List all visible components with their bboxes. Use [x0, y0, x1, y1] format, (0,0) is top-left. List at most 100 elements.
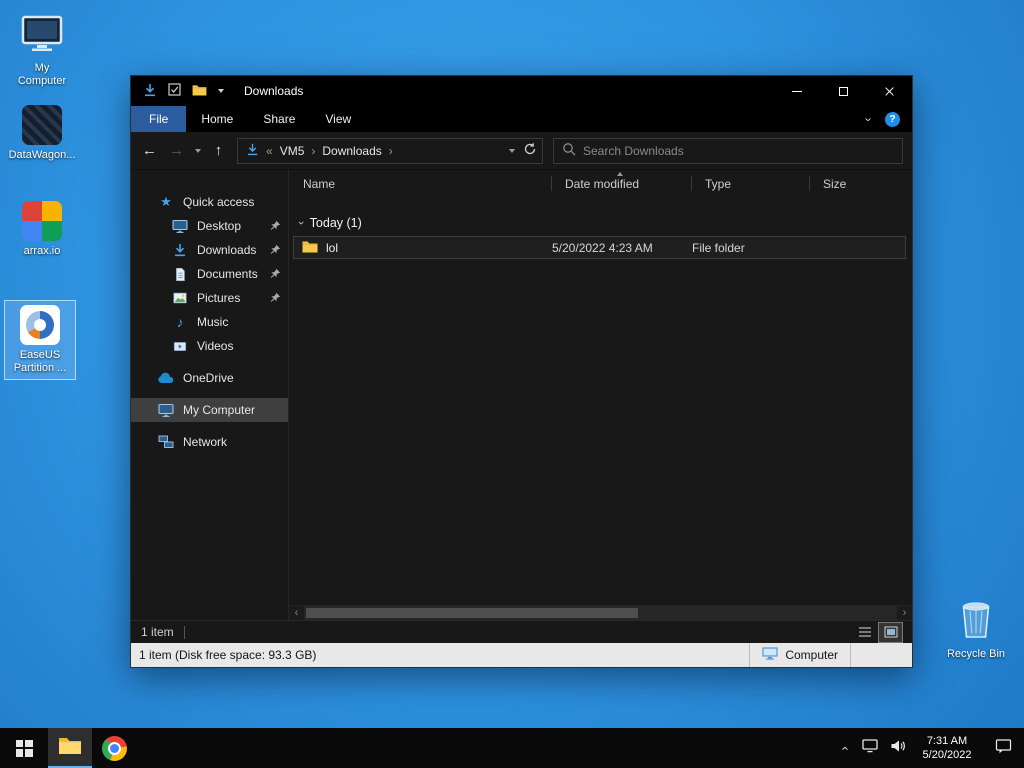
tray-network-button[interactable] [856, 728, 884, 768]
sidebar-item-label: Quick access [183, 195, 255, 209]
properties-check-icon[interactable] [168, 83, 181, 99]
horizontal-scrollbar[interactable]: ‹ › [289, 605, 912, 620]
desktop-icon-recycle-bin[interactable]: Recycle Bin [940, 594, 1012, 666]
taskbar-chrome-button[interactable] [92, 728, 136, 768]
sidebar-item-quick-access[interactable]: ★ Quick access [131, 190, 288, 214]
pin-icon [270, 292, 281, 306]
folder-icon [302, 240, 318, 256]
sidebar-item-label: Downloads [197, 243, 257, 257]
group-header-today[interactable]: › Today (1) [289, 211, 912, 235]
desktop-icon-easeus-partition[interactable]: EaseUS Partition ... [4, 300, 76, 381]
sidebar-item-downloads[interactable]: Downloads [131, 238, 288, 262]
file-date-modified: 5/20/2022 4:23 AM [552, 240, 653, 255]
back-button[interactable]: ← [137, 138, 162, 164]
address-dropdown-caret-icon[interactable] [509, 148, 515, 153]
file-size [810, 237, 888, 258]
column-header-date-modified[interactable]: Date modified [551, 170, 691, 197]
column-header-name[interactable]: Name [289, 170, 551, 197]
sidebar-item-desktop[interactable]: Desktop [131, 214, 288, 238]
tray-volume-button[interactable] [884, 728, 912, 768]
breadcrumb-overflow[interactable]: « [266, 144, 273, 158]
taskbar-clock[interactable]: 7:31 AM 5/20/2022 [912, 728, 982, 768]
tray-show-hidden-icons-button[interactable]: › [832, 728, 856, 768]
network-icon [157, 435, 175, 449]
status-bar: 1 item [131, 620, 912, 643]
computer-zone-label: Computer [785, 648, 838, 662]
scroll-right-arrow-icon[interactable]: › [897, 606, 912, 621]
star-icon: ★ [160, 194, 172, 209]
sidebar-item-music[interactable]: ♪ Music [131, 310, 288, 334]
close-icon [884, 86, 895, 97]
action-center-button[interactable] [982, 728, 1024, 768]
my-computer-icon [20, 15, 64, 58]
forward-button[interactable]: → [164, 138, 189, 164]
tab-file[interactable]: File [131, 106, 187, 132]
file-row-lol[interactable]: lol 5/20/2022 4:23 AM File folder [293, 236, 906, 259]
breadcrumb-vm5[interactable]: VM5 [280, 144, 305, 158]
desktop-icon-label: arrax.io [23, 245, 61, 257]
sidebar-item-label: My Computer [183, 403, 256, 417]
column-label: Name [303, 176, 336, 191]
start-button[interactable] [0, 728, 48, 768]
desktop-icon-my-computer[interactable]: My Computer [6, 10, 78, 93]
empty-file-area[interactable] [289, 259, 912, 605]
sidebar-item-pictures[interactable]: Pictures [131, 286, 288, 310]
column-header-row: Name Date modified Type Size [289, 170, 912, 197]
sidebar-item-label: OneDrive [183, 371, 234, 385]
tab-home[interactable]: Home [186, 106, 248, 132]
sidebar-item-onedrive[interactable]: OneDrive [131, 366, 288, 390]
ethernet-network-icon [862, 738, 878, 758]
tab-label: View [325, 112, 352, 126]
desktop-icon-datawagon[interactable]: DataWagon... [6, 100, 78, 167]
desktop-icon-arrax[interactable]: arrax.io [6, 196, 78, 263]
breadcrumb-separator-icon[interactable]: › [311, 144, 315, 158]
minimize-button[interactable] [774, 76, 820, 106]
navigation-pane: ★ Quick access Desktop Downloads Documen… [131, 170, 289, 620]
column-header-type[interactable]: Type [691, 170, 809, 197]
up-button[interactable]: ↑ [206, 138, 231, 164]
sidebar-item-network[interactable]: Network [131, 430, 288, 454]
clock-time: 7:31 AM [926, 734, 968, 747]
disk-free-space-text: 1 item (Disk free space: 93.3 GB) [139, 648, 317, 662]
address-location-icon [246, 143, 259, 159]
new-folder-icon[interactable] [192, 84, 207, 99]
navigation-bar: ← → ↑ « VM5 › Downloads › [131, 132, 912, 170]
tab-view[interactable]: View [310, 106, 366, 132]
scrollbar-thumb[interactable] [306, 608, 639, 618]
search-input[interactable] [583, 143, 894, 158]
recent-locations-caret[interactable] [191, 138, 204, 164]
expand-ribbon-chevron-icon[interactable]: › [861, 117, 876, 121]
desktop-icon-label: Recycle Bin [946, 648, 1006, 660]
tab-label: Share [263, 112, 296, 126]
column-header-size[interactable]: Size [809, 170, 887, 197]
quick-access-toolbar-caret-icon[interactable] [218, 89, 224, 93]
scroll-left-arrow-icon[interactable]: ‹ [289, 606, 304, 621]
close-button[interactable] [866, 76, 912, 106]
address-bar[interactable]: « VM5 › Downloads › [237, 137, 543, 164]
scrollbar-track[interactable] [304, 606, 897, 620]
videos-icon [171, 340, 189, 353]
windows-logo-icon [15, 739, 33, 757]
sidebar-item-my-computer[interactable]: My Computer [131, 398, 288, 422]
large-icons-view-button[interactable] [878, 621, 903, 643]
maximize-button[interactable] [820, 76, 866, 106]
arrax-icon [22, 201, 62, 241]
title-bar[interactable]: Downloads [131, 76, 912, 106]
computer-zone-indicator: Computer [749, 643, 850, 667]
search-box[interactable] [553, 137, 903, 164]
minimize-icon [792, 90, 802, 92]
sidebar-item-videos[interactable]: Videos [131, 334, 288, 358]
details-view-button[interactable] [853, 623, 876, 642]
breadcrumb-downloads[interactable]: Downloads [322, 144, 381, 158]
tab-share[interactable]: Share [248, 106, 310, 132]
sidebar-item-documents[interactable]: Documents [131, 262, 288, 286]
refresh-icon[interactable] [523, 142, 537, 159]
group-collapse-chevron-icon[interactable]: › [295, 221, 307, 225]
action-center-icon [995, 738, 1012, 759]
downloads-icon [171, 243, 189, 257]
taskbar-file-explorer-button[interactable] [48, 728, 92, 768]
breadcrumb-separator-icon[interactable]: › [389, 144, 393, 158]
help-icon[interactable]: ? [885, 111, 900, 127]
status-divider [183, 625, 185, 639]
